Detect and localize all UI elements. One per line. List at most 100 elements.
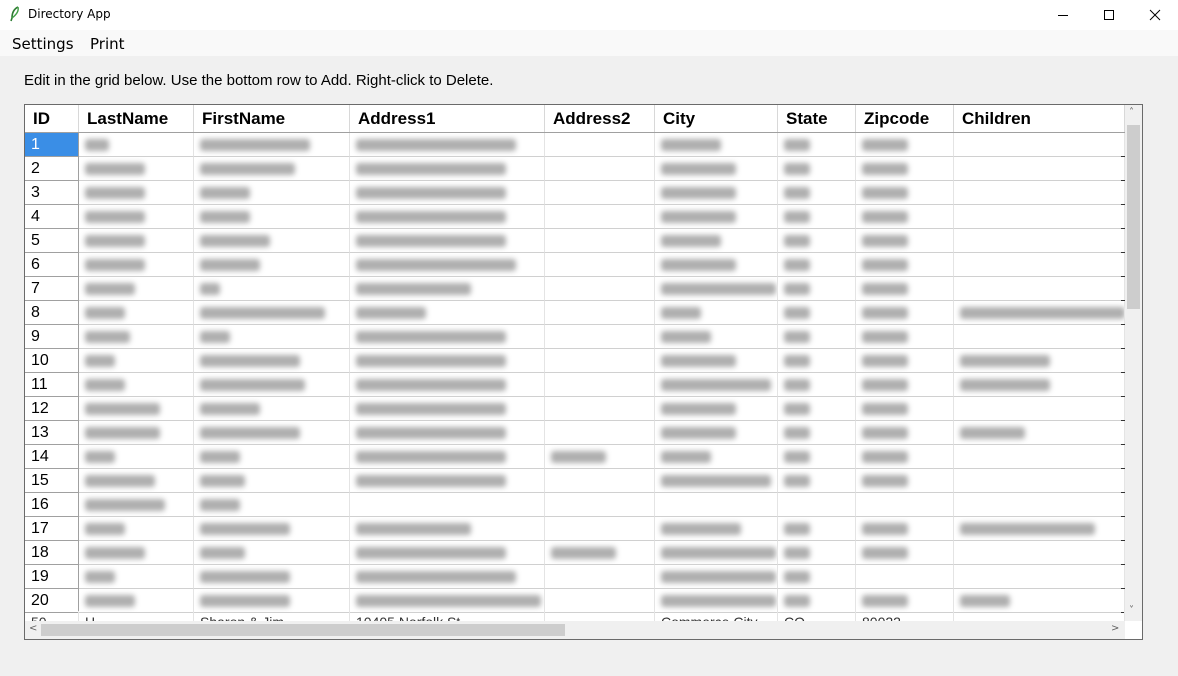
cell-lastname[interactable] (79, 589, 194, 613)
cell-address1[interactable] (350, 277, 545, 301)
table-row[interactable]: 2 (25, 157, 1125, 181)
table-row[interactable]: 6 (25, 253, 1125, 277)
cell-lastname[interactable] (79, 469, 194, 493)
cell-city[interactable] (655, 565, 778, 589)
cell-address2[interactable] (545, 373, 655, 397)
cell-zipcode[interactable] (856, 205, 954, 229)
cell-address2[interactable] (545, 157, 655, 181)
cell-lastname[interactable] (79, 277, 194, 301)
cell-firstname[interactable] (194, 325, 350, 349)
column-header-city[interactable]: City (655, 105, 778, 132)
cell-firstname[interactable] (194, 205, 350, 229)
row-id-cell[interactable]: 6 (25, 253, 79, 277)
cell-firstname[interactable] (194, 565, 350, 589)
cell-children[interactable] (954, 301, 1125, 325)
partial-cell[interactable] (954, 611, 1125, 621)
cell-lastname[interactable] (79, 445, 194, 469)
cell-address1[interactable] (350, 301, 545, 325)
cell-zipcode[interactable] (856, 301, 954, 325)
cell-children[interactable] (954, 493, 1125, 517)
cell-zipcode[interactable] (856, 397, 954, 421)
cell-city[interactable] (655, 373, 778, 397)
cell-firstname[interactable] (194, 541, 350, 565)
cell-address1[interactable] (350, 469, 545, 493)
cell-children[interactable] (954, 565, 1125, 589)
cell-address2[interactable] (545, 565, 655, 589)
partial-cell[interactable] (545, 611, 655, 621)
table-row[interactable]: 15 (25, 469, 1125, 493)
cell-address2[interactable] (545, 277, 655, 301)
cell-address1[interactable] (350, 493, 545, 517)
cell-state[interactable] (778, 133, 856, 157)
cell-state[interactable] (778, 301, 856, 325)
cell-zipcode[interactable] (856, 277, 954, 301)
scroll-up-icon[interactable]: ˄ (1129, 107, 1134, 118)
menu-settings[interactable]: Settings (12, 35, 74, 53)
cell-zipcode[interactable] (856, 589, 954, 613)
cell-address2[interactable] (545, 301, 655, 325)
cell-address1[interactable] (350, 253, 545, 277)
table-row[interactable]: 18 (25, 541, 1125, 565)
cell-address1[interactable] (350, 229, 545, 253)
scroll-down-icon[interactable]: ˅ (1129, 605, 1134, 616)
cell-state[interactable] (778, 541, 856, 565)
row-id-cell[interactable]: 14 (25, 445, 79, 469)
row-id-cell[interactable]: 5 (25, 229, 79, 253)
cell-lastname[interactable] (79, 493, 194, 517)
cell-lastname[interactable] (79, 397, 194, 421)
row-id-cell[interactable]: 7 (25, 277, 79, 301)
cell-city[interactable] (655, 493, 778, 517)
row-id-cell[interactable]: 8 (25, 301, 79, 325)
cell-city[interactable] (655, 277, 778, 301)
cell-address1[interactable] (350, 421, 545, 445)
table-row[interactable]: 4 (25, 205, 1125, 229)
table-row[interactable]: 8 (25, 301, 1125, 325)
table-row[interactable]: 7 (25, 277, 1125, 301)
scroll-right-icon[interactable]: > (1111, 623, 1119, 634)
cell-state[interactable] (778, 229, 856, 253)
cell-address2[interactable] (545, 469, 655, 493)
cell-address2[interactable] (545, 133, 655, 157)
cell-city[interactable] (655, 349, 778, 373)
cell-city[interactable] (655, 517, 778, 541)
cell-children[interactable] (954, 325, 1125, 349)
cell-city[interactable] (655, 397, 778, 421)
table-row[interactable]: 9 (25, 325, 1125, 349)
cell-address1[interactable] (350, 445, 545, 469)
cell-children[interactable] (954, 253, 1125, 277)
cell-state[interactable] (778, 589, 856, 613)
cell-zipcode[interactable] (856, 541, 954, 565)
cell-firstname[interactable] (194, 301, 350, 325)
table-row[interactable]: 3 (25, 181, 1125, 205)
cell-address2[interactable] (545, 229, 655, 253)
cell-address1[interactable] (350, 349, 545, 373)
row-id-cell[interactable]: 13 (25, 421, 79, 445)
table-row[interactable]: 16 (25, 493, 1125, 517)
cell-lastname[interactable] (79, 133, 194, 157)
cell-firstname[interactable] (194, 277, 350, 301)
row-id-cell[interactable]: 15 (25, 469, 79, 493)
cell-address2[interactable] (545, 421, 655, 445)
cell-firstname[interactable] (194, 589, 350, 613)
cell-state[interactable] (778, 493, 856, 517)
cell-firstname[interactable] (194, 445, 350, 469)
cell-city[interactable] (655, 253, 778, 277)
horizontal-scroll-thumb[interactable] (41, 624, 565, 636)
cell-firstname[interactable] (194, 229, 350, 253)
cell-firstname[interactable] (194, 397, 350, 421)
close-button[interactable] (1132, 0, 1178, 30)
cell-address1[interactable] (350, 517, 545, 541)
cell-address1[interactable] (350, 589, 545, 613)
cell-address2[interactable] (545, 253, 655, 277)
row-id-cell[interactable]: 16 (25, 493, 79, 517)
cell-lastname[interactable] (79, 205, 194, 229)
row-id-cell[interactable]: 3 (25, 181, 79, 205)
cell-address2[interactable] (545, 349, 655, 373)
cell-firstname[interactable] (194, 133, 350, 157)
cell-lastname[interactable] (79, 325, 194, 349)
cell-state[interactable] (778, 421, 856, 445)
cell-firstname[interactable] (194, 181, 350, 205)
cell-firstname[interactable] (194, 469, 350, 493)
cell-address1[interactable] (350, 373, 545, 397)
cell-zipcode[interactable] (856, 325, 954, 349)
